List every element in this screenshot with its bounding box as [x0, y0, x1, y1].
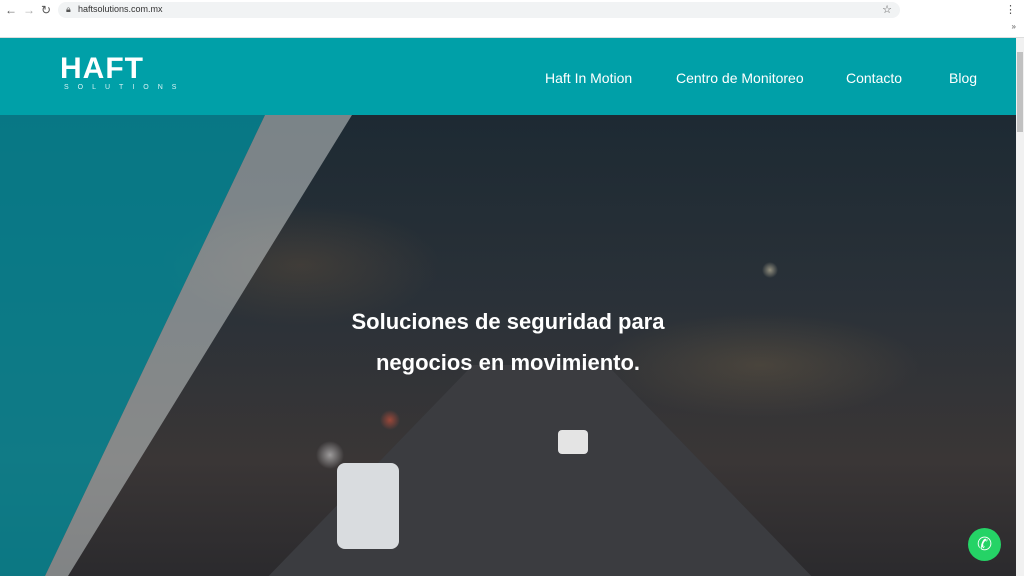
scrollbar-thumb[interactable] [1017, 52, 1023, 132]
van-image [337, 463, 399, 549]
address-bar[interactable]: 🔒︎ haftsolutions.com.mx ☆ [58, 2, 900, 18]
menu-icon[interactable]: ⋮ [1005, 3, 1016, 16]
whatsapp-icon[interactable]: ✆ [968, 528, 1001, 561]
extensions-icon[interactable]: » [1012, 22, 1016, 31]
forward-icon[interactable]: → [22, 3, 36, 17]
hero-title-line1: Soluciones de seguridad para [351, 309, 665, 334]
nav-centro-de-monitoreo[interactable]: Centro de Monitoreo [676, 70, 804, 86]
site-header: HAFT SOLUTIONS Haft In Motion Centro de … [0, 38, 1016, 115]
logo[interactable]: HAFT SOLUTIONS [60, 54, 185, 92]
url-text: haftsolutions.com.mx [78, 4, 163, 14]
nav-contacto[interactable]: Contacto [846, 70, 902, 86]
hero-title-line2: negocios en movimiento. [375, 350, 641, 375]
nav-haft-in-motion[interactable]: Haft In Motion [545, 70, 632, 86]
car-image [558, 430, 588, 454]
lock-icon: 🔒︎ [66, 4, 71, 14]
back-icon[interactable]: ← [4, 3, 18, 17]
hero-banner: Soluciones de seguridad para negocios en… [0, 115, 1016, 576]
browser-toolbar: ← → ↻ 🔒︎ haftsolutions.com.mx ☆ ⋮ » [0, 0, 1024, 38]
nav-blog[interactable]: Blog [949, 70, 977, 86]
reload-icon[interactable]: ↻ [39, 3, 53, 17]
star-icon[interactable]: ☆ [882, 3, 892, 16]
